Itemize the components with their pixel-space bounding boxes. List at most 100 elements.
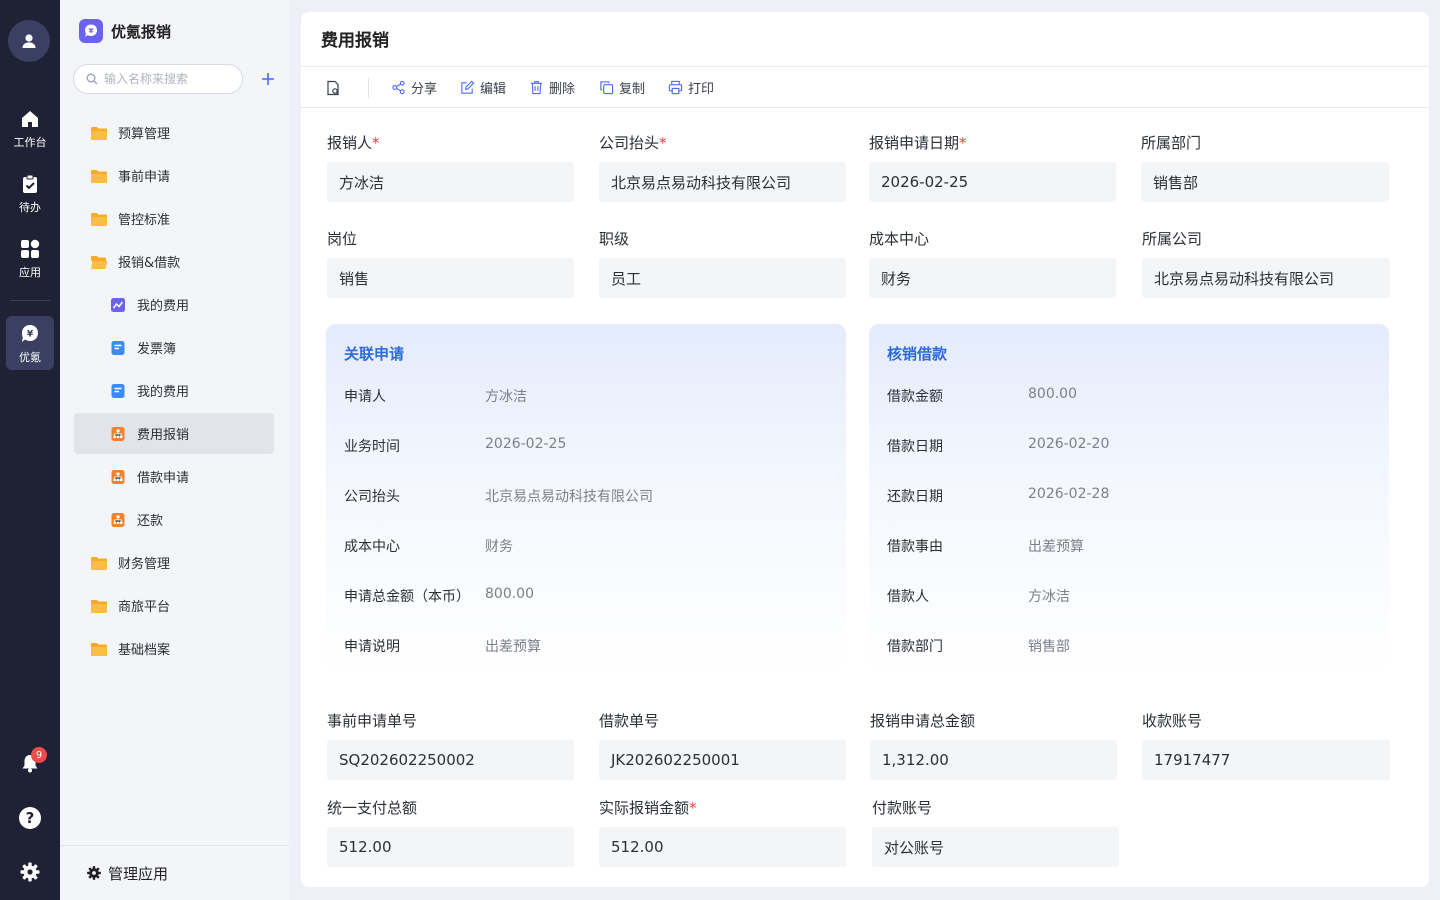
kv-value: 方冰洁 bbox=[1028, 589, 1070, 605]
copy-label: 复制 bbox=[619, 82, 646, 97]
rail-item-label: 工作台 bbox=[13, 135, 47, 149]
settings-button[interactable] bbox=[0, 852, 60, 892]
kv-label: 借款事由 bbox=[887, 539, 943, 555]
gear-icon bbox=[87, 866, 101, 880]
nav-item-finance[interactable]: 财务管理 bbox=[74, 542, 274, 583]
print-button[interactable]: 打印 bbox=[667, 67, 714, 108]
help-button[interactable]: ? bbox=[0, 798, 60, 838]
folder-icon bbox=[89, 166, 109, 186]
field-actual-amount[interactable]: 512.00 bbox=[599, 827, 846, 867]
field-label-company-header: 公司抬头* bbox=[599, 134, 667, 152]
folder-icon bbox=[89, 596, 109, 616]
user-avatar[interactable] bbox=[8, 20, 50, 62]
nav-item-loan-application[interactable]: 借款申请 bbox=[74, 456, 274, 497]
kv-label: 借款日期 bbox=[887, 439, 943, 455]
svg-text:?: ? bbox=[26, 809, 35, 827]
nav-item-business-travel[interactable]: 商旅平台 bbox=[74, 585, 274, 626]
nav-item-label: 财务管理 bbox=[118, 557, 171, 572]
nav-item-pre-application[interactable]: 事前申请 bbox=[74, 155, 274, 196]
field-reimburser[interactable]: 方冰洁 bbox=[327, 162, 574, 202]
youke-app-icon: ¥ bbox=[18, 322, 42, 346]
kv-value: 销售部 bbox=[1028, 639, 1070, 655]
field-loan-no[interactable]: JK202602250001 bbox=[599, 740, 846, 780]
folder-icon bbox=[89, 123, 109, 143]
edit-label: 编辑 bbox=[480, 82, 507, 97]
rail-item-label: 待办 bbox=[19, 200, 41, 214]
field-total-amount[interactable]: 1,312.00 bbox=[870, 740, 1117, 780]
rail-item-todo[interactable]: 待办 bbox=[0, 166, 60, 220]
manage-apps-label: 管理应用 bbox=[108, 864, 169, 883]
nav-item-basic-archives[interactable]: 基础档案 bbox=[74, 628, 274, 669]
field-unified-payment[interactable]: 512.00 bbox=[327, 827, 574, 867]
edit-icon bbox=[459, 80, 475, 96]
plus-icon bbox=[262, 73, 274, 85]
document-search-icon bbox=[325, 80, 341, 96]
page-title: 费用报销 bbox=[321, 31, 389, 51]
field-receiving-account[interactable]: 17917477 bbox=[1142, 740, 1390, 780]
kv-value: 北京易点易动科技有限公司 bbox=[485, 489, 653, 505]
kv-label: 借款人 bbox=[887, 589, 929, 605]
field-label-reimburser: 报销人* bbox=[327, 134, 380, 152]
org-chart-icon bbox=[108, 467, 128, 487]
svg-text:¥: ¥ bbox=[89, 27, 94, 35]
nav-item-control-standards[interactable]: 管控标准 bbox=[74, 198, 274, 239]
copy-icon bbox=[598, 80, 614, 96]
nav-item-expense-reimbursement[interactable]: 费用报销 bbox=[74, 413, 274, 454]
rail-item-label: 优氪 bbox=[19, 350, 41, 364]
nav-item-invoice-book[interactable]: 发票簿 bbox=[74, 327, 274, 368]
kv-value: 出差预算 bbox=[485, 639, 541, 655]
folder-open-icon bbox=[89, 252, 109, 272]
kv-value: 2026-02-28 bbox=[1028, 486, 1110, 502]
field-pre-application-no[interactable]: SQ202602250002 bbox=[327, 740, 574, 780]
field-department[interactable]: 销售部 bbox=[1141, 162, 1389, 202]
folder-icon bbox=[89, 639, 109, 659]
field-cost-center[interactable]: 财务 bbox=[869, 258, 1116, 298]
field-label-total-amount: 报销申请总金额 bbox=[870, 712, 976, 730]
nav-item-label: 我的费用 bbox=[137, 299, 190, 314]
rail-item-workbench[interactable]: 工作台 bbox=[0, 101, 60, 155]
nav-item-repayment[interactable]: 还款 bbox=[74, 499, 274, 540]
search-icon bbox=[86, 73, 98, 85]
notifications-button[interactable] bbox=[0, 743, 60, 783]
rail-item-label: 应用 bbox=[19, 265, 41, 279]
field-label-actual-amount: 实际报销金额* bbox=[599, 799, 697, 817]
delete-label: 删除 bbox=[549, 82, 576, 97]
kv-label: 公司抬头 bbox=[344, 489, 400, 505]
rail-item-youke[interactable]: ¥ 优氪 bbox=[6, 316, 54, 370]
field-rank[interactable]: 员工 bbox=[599, 258, 846, 298]
kv-label: 成本中心 bbox=[344, 539, 400, 555]
field-label-application-date: 报销申请日期* bbox=[869, 134, 967, 152]
kv-label: 申请总金额（本币） bbox=[344, 589, 470, 605]
add-button[interactable] bbox=[256, 67, 280, 91]
manage-apps-button[interactable]: 管理应用 bbox=[60, 845, 289, 900]
field-label-rank: 职级 bbox=[599, 230, 630, 248]
delete-button[interactable]: 删除 bbox=[528, 67, 575, 108]
document-view-button[interactable] bbox=[325, 67, 341, 108]
chart-icon bbox=[108, 295, 128, 315]
apps-grid-icon bbox=[18, 237, 42, 261]
gear-icon bbox=[20, 862, 40, 882]
trash-icon bbox=[528, 80, 544, 96]
nav-item-budget[interactable]: 预算管理 bbox=[74, 112, 274, 153]
field-payment-account[interactable]: 对公账号 bbox=[872, 827, 1119, 867]
field-company-header[interactable]: 北京易点易动科技有限公司 bbox=[599, 162, 846, 202]
printer-icon bbox=[667, 80, 683, 96]
kv-value: 财务 bbox=[485, 539, 513, 555]
field-position[interactable]: 销售 bbox=[327, 258, 574, 298]
print-label: 打印 bbox=[688, 82, 715, 97]
share-button[interactable]: 分享 bbox=[390, 67, 437, 108]
search-input[interactable] bbox=[104, 72, 234, 86]
edit-button[interactable]: 编辑 bbox=[459, 67, 506, 108]
copy-button[interactable]: 复制 bbox=[598, 67, 645, 108]
nav-item-reimburse-loan[interactable]: 报销&借款 bbox=[74, 241, 274, 282]
field-affiliated-company[interactable]: 北京易点易动科技有限公司 bbox=[1142, 258, 1390, 298]
nav-item-my-expenses-chart[interactable]: 我的费用 bbox=[74, 284, 274, 325]
field-label-payment-account: 付款账号 bbox=[872, 799, 933, 817]
left-rail: 工作台 待办 应用 ¥ 优氪 9 ? bbox=[0, 0, 60, 900]
nav-item-my-expenses[interactable]: 我的费用 bbox=[74, 370, 274, 411]
nav-item-label: 费用报销 bbox=[137, 428, 190, 443]
nav-item-label: 还款 bbox=[137, 514, 164, 529]
sidebar-search bbox=[73, 64, 243, 94]
field-application-date[interactable]: 2026-02-25 bbox=[869, 162, 1116, 202]
rail-item-apps[interactable]: 应用 bbox=[0, 231, 60, 285]
